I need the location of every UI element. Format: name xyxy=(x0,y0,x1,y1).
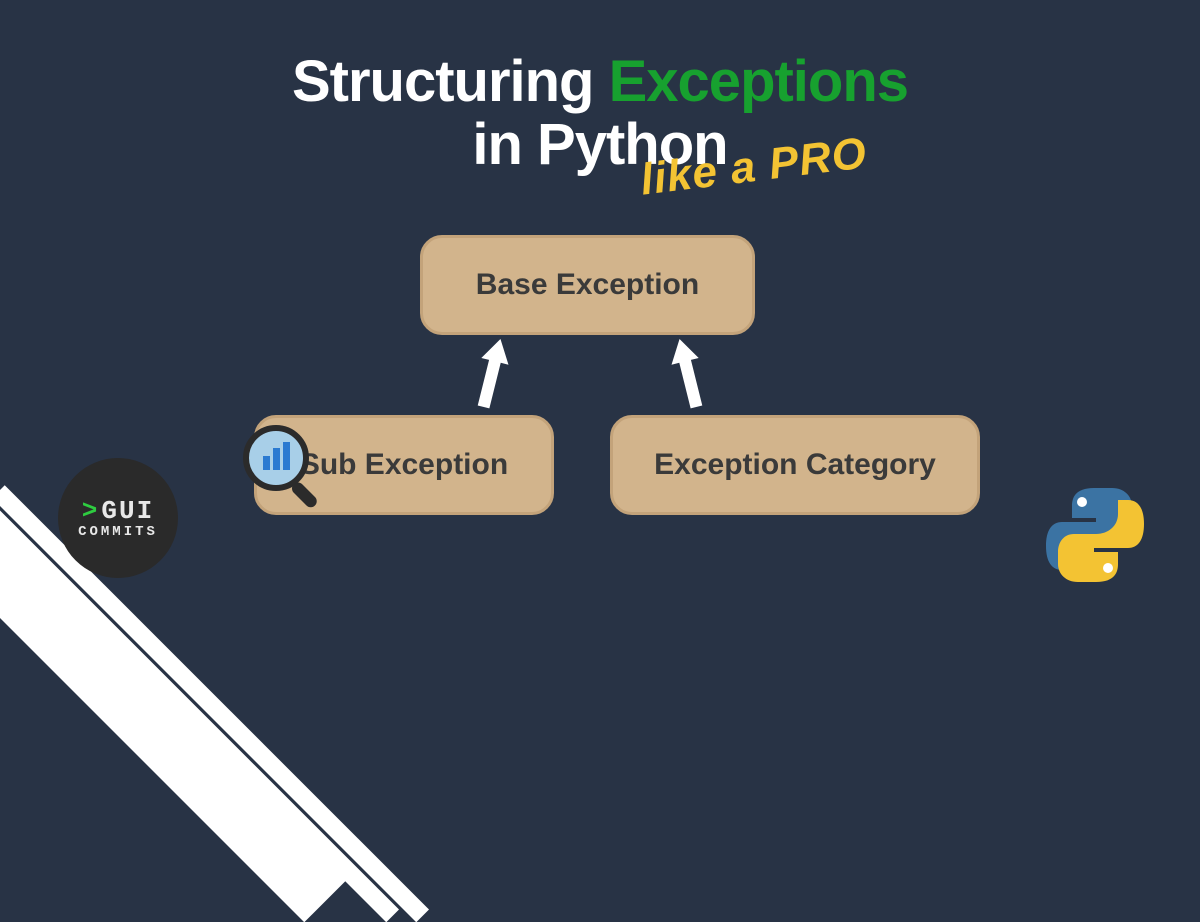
arrow-icon xyxy=(463,329,521,416)
gui-commits-logo: >GUI COMMITS xyxy=(58,458,178,578)
logo-subtext: COMMITS xyxy=(78,524,158,540)
title-line1: Structuring Exceptions xyxy=(0,48,1200,115)
title-word-structuring: Structuring xyxy=(292,49,609,114)
box-base-exception: Base Exception xyxy=(420,235,755,335)
arrow-icon xyxy=(659,329,717,416)
logo-top-line: >GUI xyxy=(82,496,154,526)
prompt-icon: > xyxy=(82,496,100,526)
box-exception-category: Exception Category xyxy=(610,415,980,515)
magnifier-icon xyxy=(236,418,336,518)
title-line2: in Python xyxy=(0,111,1200,178)
logo-name: GUI xyxy=(101,496,154,526)
exception-diagram: Base Exception Sub Exception Exception C… xyxy=(0,235,1200,565)
python-logo-icon xyxy=(1040,480,1150,590)
title-word-exceptions: Exceptions xyxy=(609,49,908,114)
title-block: Structuring Exceptions in Python xyxy=(0,48,1200,178)
